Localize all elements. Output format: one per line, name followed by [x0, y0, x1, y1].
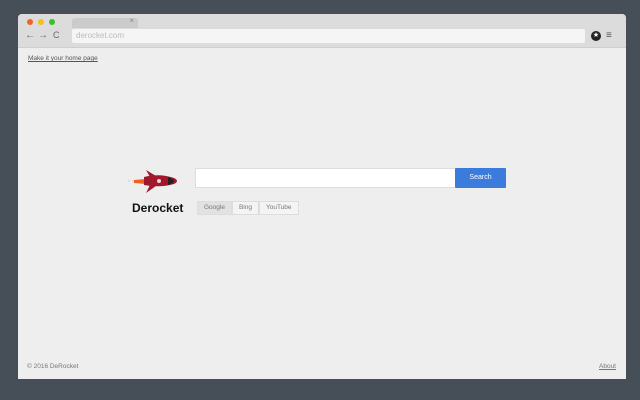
back-icon[interactable]: ←: [25, 30, 35, 41]
menu-icon[interactable]: ≡: [606, 30, 612, 41]
browser-toolbar: × ← → C derocket.com ★ ≡: [18, 14, 626, 48]
forward-icon[interactable]: →: [38, 30, 48, 41]
browser-window: × ← → C derocket.com ★ ≡ Make it your ho…: [18, 14, 626, 379]
about-link[interactable]: About: [599, 363, 616, 370]
reload-icon[interactable]: C: [53, 30, 60, 40]
address-bar[interactable]: derocket.com: [72, 29, 585, 43]
rocket-logo-icon: [128, 170, 177, 193]
search-input[interactable]: [195, 168, 456, 188]
browser-tab[interactable]: ×: [72, 16, 138, 28]
copyright: © 2016 DeRocket: [27, 363, 79, 370]
brand-name: Derocket: [132, 201, 184, 215]
make-home-page-link[interactable]: Make it your home page: [28, 55, 98, 62]
tab-close-icon[interactable]: ×: [129, 16, 134, 25]
engine-google[interactable]: Google: [197, 201, 232, 215]
close-window-icon[interactable]: [27, 19, 33, 25]
minimize-window-icon[interactable]: [38, 19, 44, 25]
engine-bing[interactable]: Bing: [231, 201, 259, 215]
maximize-window-icon[interactable]: [49, 19, 55, 25]
search-button[interactable]: Search: [455, 168, 506, 188]
engine-youtube[interactable]: YouTube: [258, 201, 299, 215]
extension-star-icon[interactable]: ★: [591, 31, 601, 41]
engine-selector: Google Bing YouTube: [197, 201, 299, 215]
